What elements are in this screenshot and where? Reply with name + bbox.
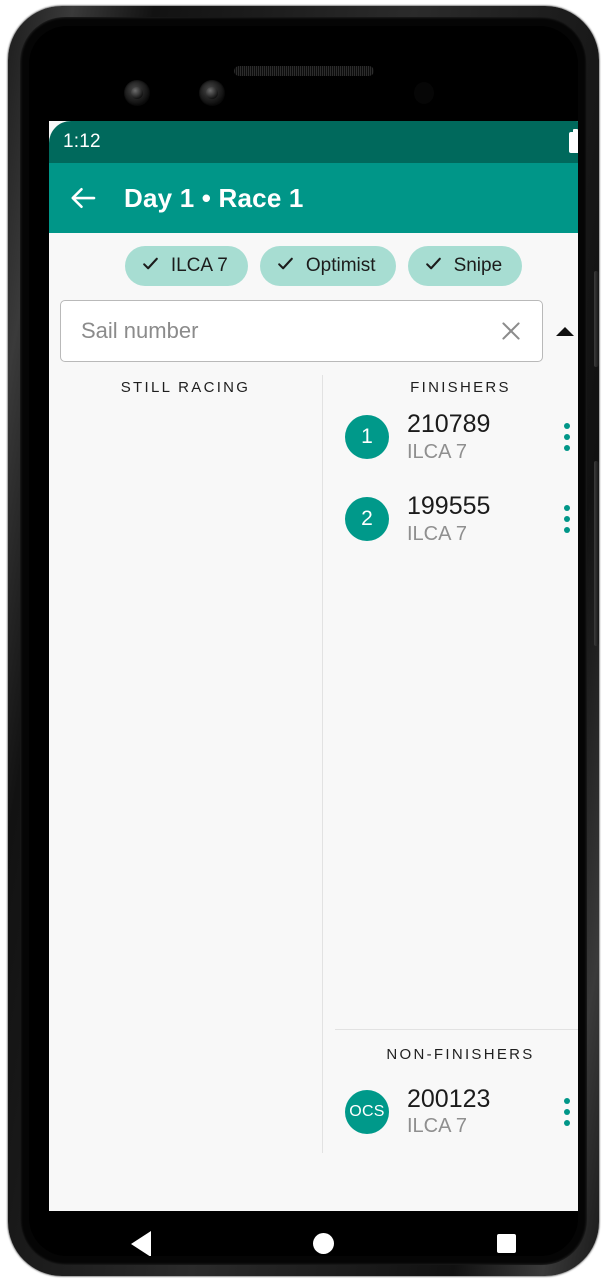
sail-number: 200123: [407, 1084, 491, 1113]
check-icon: [141, 254, 160, 278]
triangle-up-icon[interactable]: [543, 326, 578, 336]
phone-display: 1:12 Day 1 • Race 1 ILCA 7 Optimist Snip…: [29, 26, 578, 1256]
status-bar-clock: 1:12: [63, 131, 101, 152]
entry-details: 199555 ILCA 7: [407, 492, 550, 546]
boat-class: ILCA 7: [407, 440, 468, 463]
battery-full-icon: [569, 128, 578, 153]
finishers-header: FINISHERS: [410, 379, 511, 396]
rank-badge: 1: [345, 415, 389, 460]
nav-home-icon[interactable]: [294, 1224, 354, 1257]
table-row[interactable]: 1 210789 ILCA 7: [323, 396, 578, 478]
class-filter-chip-row: ILCA 7 Optimist Snipe: [49, 233, 578, 297]
race-columns: STILL RACING FINISHERS 1 210789 ILCA 7 2…: [49, 375, 578, 1153]
sail-number: 199555: [407, 492, 491, 521]
table-row[interactable]: 2 199555 ILCA 7: [323, 478, 578, 560]
table-row[interactable]: OCS 200123 ILCA 7: [323, 1071, 578, 1153]
more-vertical-icon[interactable]: [550, 505, 578, 534]
front-camera-icon: [124, 80, 150, 106]
status-bar: 1:12: [49, 121, 578, 163]
sail-number: 210789: [407, 410, 491, 438]
non-finishers-header: NON-FINISHERS: [386, 1045, 535, 1063]
filter-chip-snipe[interactable]: Snipe: [407, 246, 523, 286]
still-racing-column: STILL RACING: [49, 375, 323, 1153]
filter-chip-label: Optimist: [305, 255, 376, 276]
android-navigation-bar: [49, 1211, 578, 1256]
boat-class: ILCA 7: [407, 1115, 468, 1138]
check-icon: [276, 254, 295, 278]
close-x-icon[interactable]: [494, 314, 528, 348]
proximity-sensor-icon: [414, 82, 434, 104]
search-row: [49, 300, 578, 362]
filter-chip-optimist[interactable]: Optimist: [259, 246, 396, 286]
entry-details: 210789 ILCA 7: [407, 410, 550, 464]
search-field[interactable]: [60, 300, 543, 362]
filter-chip-label: Snipe: [453, 255, 503, 276]
nav-recents-icon[interactable]: [477, 1224, 537, 1257]
front-camera-secondary-icon: [199, 80, 225, 106]
search-input[interactable]: [79, 317, 494, 345]
boat-class: ILCA 7: [407, 522, 468, 545]
back-arrow-icon[interactable]: [67, 181, 101, 215]
app-screen: 1:12 Day 1 • Race 1 ILCA 7 Optimist Snip…: [49, 121, 578, 1211]
check-icon: [424, 254, 443, 278]
phone-frame: 1:12 Day 1 • Race 1 ILCA 7 Optimist Snip…: [8, 6, 599, 1276]
more-vertical-icon[interactable]: [550, 1097, 578, 1126]
filter-chip-ilca-7[interactable]: ILCA 7: [124, 246, 248, 286]
power-button[interactable]: [594, 271, 599, 367]
status-badge: OCS: [345, 1089, 389, 1134]
rank-badge: 2: [345, 497, 389, 542]
volume-rocker[interactable]: [594, 461, 599, 646]
finishers-list: 1 210789 ILCA 7 2 199555 ILCA 7: [323, 396, 578, 1029]
still-racing-header: STILL RACING: [120, 379, 251, 396]
nav-back-icon[interactable]: [111, 1224, 171, 1256]
more-vertical-icon[interactable]: [550, 423, 578, 452]
filter-chip-label: ILCA 7: [170, 255, 228, 276]
finishers-column: FINISHERS 1 210789 ILCA 7 2 199555 ILCA …: [323, 375, 578, 1153]
page-title: Day 1 • Race 1: [124, 182, 304, 213]
app-bar: Day 1 • Race 1: [49, 163, 578, 233]
entry-details: 200123 ILCA 7: [407, 1085, 550, 1139]
earpiece-speaker-grille: [233, 66, 374, 76]
